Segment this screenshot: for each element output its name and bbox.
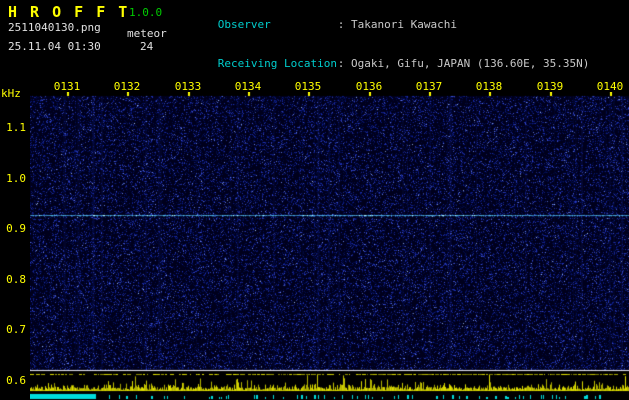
y-tick-label: 1.1: [6, 121, 26, 134]
info-value: : Ogaki, Gifu, JAPAN (136.60E, 35.35N): [337, 57, 590, 70]
y-tick-label: 0.6: [6, 374, 26, 387]
info-label: Receiving Location: [217, 57, 337, 70]
y-tick-label: 0.9: [6, 222, 26, 235]
info-value: : Takanori Kawachi: [337, 18, 457, 31]
app-version: 1.0.0: [129, 6, 163, 19]
meteor-count: 24: [140, 40, 154, 53]
info-label: Observer: [217, 18, 271, 31]
y-tick-label: 0.8: [6, 273, 26, 286]
observation-datetime: 25.11.04 01:30: [8, 40, 101, 53]
app-title: H R O F F T: [8, 3, 130, 21]
spectrogram-canvas: [30, 92, 629, 400]
y-tick-label: 0.7: [6, 323, 26, 336]
y-tick-label: 1.0: [6, 172, 26, 185]
info-row-observer: Observer : Takanori Kawachi: [178, 5, 589, 44]
mode-label: meteor: [127, 27, 167, 40]
y-axis-unit: kHz: [1, 87, 21, 100]
info-row-location: Receiving Location: Ogaki, Gifu, JAPAN (…: [178, 44, 590, 83]
output-filename: 2511040130.png: [8, 21, 101, 34]
